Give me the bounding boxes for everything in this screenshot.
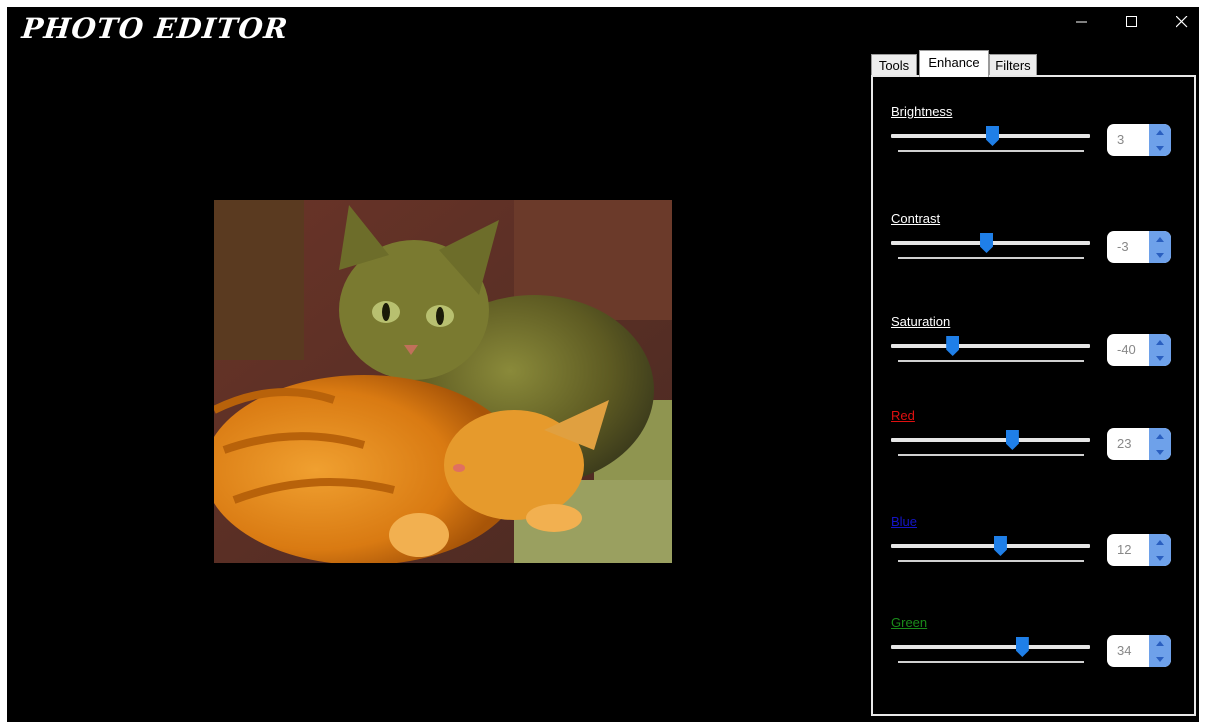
arrow-down-icon (1156, 145, 1164, 151)
saturation-spinner[interactable]: -40 (1107, 334, 1171, 366)
brightness-control: Brightness 3 (891, 104, 1191, 174)
contrast-increment-button[interactable] (1149, 231, 1171, 247)
saturation-spin-buttons (1149, 334, 1171, 366)
green-spin-buttons (1149, 635, 1171, 667)
saturation-increment-button[interactable] (1149, 334, 1171, 350)
red-value: 23 (1117, 436, 1132, 451)
contrast-spin-buttons (1149, 231, 1171, 263)
saturation-label: Saturation (891, 314, 951, 329)
arrow-up-icon (1156, 236, 1164, 242)
photo-canvas[interactable] (214, 200, 672, 563)
tab-enhance[interactable]: Enhance (919, 50, 989, 77)
contrast-value: -3 (1117, 239, 1129, 254)
blue-slider-track[interactable] (891, 544, 1090, 548)
green-spinner[interactable]: 34 (1107, 635, 1171, 667)
blue-control: Blue 12 (891, 514, 1191, 584)
green-value: 34 (1117, 643, 1132, 658)
app-title: PHOTO EDITOR (20, 12, 290, 45)
red-spin-buttons (1149, 428, 1171, 460)
green-decrement-button[interactable] (1149, 651, 1171, 667)
contrast-label: Contrast (891, 211, 941, 226)
saturation-slider-track[interactable] (891, 344, 1090, 348)
arrow-up-icon (1156, 129, 1164, 135)
red-tick-line (898, 454, 1084, 456)
tab-filters[interactable]: Filters (989, 54, 1037, 76)
green-label: Green (891, 615, 928, 630)
green-increment-button[interactable] (1149, 635, 1171, 651)
close-button[interactable] (1157, 7, 1199, 37)
red-slider-track[interactable] (891, 438, 1090, 442)
arrow-down-icon (1156, 656, 1164, 662)
tab-tools[interactable]: Tools (871, 54, 917, 76)
brightness-slider-thumb[interactable] (985, 126, 999, 146)
arrow-up-icon (1156, 339, 1164, 345)
saturation-control: Saturation -40 (891, 314, 1191, 384)
arrow-down-icon (1156, 355, 1164, 361)
saturation-decrement-button[interactable] (1149, 350, 1171, 366)
brightness-decrement-button[interactable] (1149, 140, 1171, 156)
blue-decrement-button[interactable] (1149, 550, 1171, 566)
app-window: PHOTO EDITOR Tools Enhance Filters Brigh… (7, 7, 1199, 722)
arrow-down-icon (1156, 449, 1164, 455)
saturation-value: -40 (1117, 342, 1136, 357)
enhance-panel: Brightness 3 Contrast -3 Saturation -40 … (871, 75, 1196, 716)
arrow-up-icon (1156, 433, 1164, 439)
contrast-control: Contrast -3 (891, 211, 1191, 281)
contrast-decrement-button[interactable] (1149, 247, 1171, 263)
arrow-up-icon (1156, 640, 1164, 646)
blue-value: 12 (1117, 542, 1132, 557)
red-increment-button[interactable] (1149, 428, 1171, 444)
green-slider-thumb[interactable] (1015, 637, 1029, 657)
contrast-spinner[interactable]: -3 (1107, 231, 1171, 263)
blue-slider-thumb[interactable] (993, 536, 1007, 556)
arrow-down-icon (1156, 252, 1164, 258)
minimize-icon (1076, 21, 1087, 23)
close-icon (1176, 16, 1188, 28)
contrast-slider-thumb[interactable] (980, 233, 994, 253)
red-decrement-button[interactable] (1149, 444, 1171, 460)
brightness-increment-button[interactable] (1149, 124, 1171, 140)
red-slider-thumb[interactable] (1005, 430, 1019, 450)
blue-spinner[interactable]: 12 (1107, 534, 1171, 566)
brightness-value: 3 (1117, 132, 1125, 147)
maximize-button[interactable] (1107, 7, 1157, 37)
red-control: Red 23 (891, 408, 1191, 478)
red-label: Red (891, 408, 915, 423)
green-tick-line (898, 661, 1084, 663)
green-control: Green 34 (891, 615, 1191, 685)
blue-tick-line (898, 560, 1084, 562)
arrow-down-icon (1156, 555, 1164, 561)
maximize-icon (1126, 16, 1137, 27)
minimize-button[interactable] (1057, 7, 1107, 37)
red-spinner[interactable]: 23 (1107, 428, 1171, 460)
brightness-tick-line (898, 150, 1084, 152)
brightness-spinner[interactable]: 3 (1107, 124, 1171, 156)
kittens-photo (214, 200, 672, 563)
saturation-tick-line (898, 360, 1084, 362)
blue-increment-button[interactable] (1149, 534, 1171, 550)
blue-spin-buttons (1149, 534, 1171, 566)
contrast-tick-line (898, 257, 1084, 259)
blue-label: Blue (891, 514, 918, 529)
arrow-up-icon (1156, 539, 1164, 545)
green-slider-track[interactable] (891, 645, 1090, 649)
brightness-label: Brightness (891, 104, 953, 119)
brightness-spin-buttons (1149, 124, 1171, 156)
saturation-slider-thumb[interactable] (946, 336, 960, 356)
